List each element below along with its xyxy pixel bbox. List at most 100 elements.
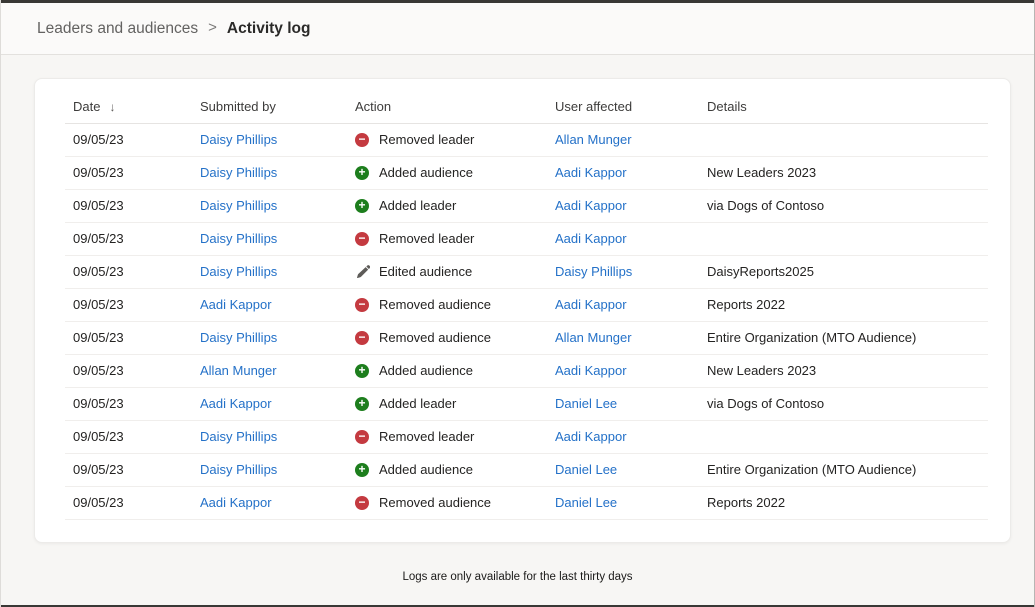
breadcrumb: Leaders and audiences > Activity log	[37, 20, 310, 38]
plus-circle-icon: +	[355, 397, 369, 411]
cell-submitted-by: Daisy Phillips	[192, 156, 347, 189]
page-title: Activity log	[227, 20, 311, 38]
breadcrumb-bar: Leaders and audiences > Activity log	[1, 3, 1034, 55]
cell-details: Reports 2022	[699, 288, 988, 321]
cell-user-affected: Daisy Phillips	[547, 255, 699, 288]
action-label: Removed leader	[379, 231, 474, 246]
cell-submitted-by: Aadi Kappor	[192, 387, 347, 420]
user-affected-link[interactable]: Allan Munger	[555, 132, 632, 147]
submitted-by-link[interactable]: Aadi Kappor	[200, 396, 272, 411]
cell-user-affected: Aadi Kappor	[547, 156, 699, 189]
chevron-right-icon: >	[208, 19, 217, 36]
plus-circle-icon: +	[355, 463, 369, 477]
table-row: 09/05/23 Daisy Phillips −Removed audience A…	[65, 321, 988, 354]
cell-action: −Removed leader	[347, 123, 547, 156]
cell-details	[699, 222, 988, 255]
cell-details: Entire Organization (MTO Audience)	[699, 321, 988, 354]
table-row: 09/05/23Daisy Phillips−Removed leaderAad…	[65, 420, 988, 453]
cell-user-affected: Allan Munger	[547, 321, 699, 354]
table-row: 09/05/23 Aadi Kappor −Removed audience Aadi…	[65, 288, 988, 321]
action-label: Removed leader	[379, 429, 474, 444]
submitted-by-link[interactable]: Daisy Phillips	[200, 132, 277, 147]
cell-details	[699, 123, 988, 156]
cell-action: −Removed audience	[347, 486, 547, 519]
submitted-by-link[interactable]: Daisy Phillips	[200, 462, 277, 477]
sort-descending-icon: ↓	[109, 100, 115, 114]
user-affected-link[interactable]: Aadi Kappor	[555, 297, 627, 312]
cell-details: via Dogs of Contoso	[699, 387, 988, 420]
cell-action: + Added leader	[347, 387, 547, 420]
cell-submitted-by: Daisy Phillips	[192, 222, 347, 255]
table-row: 09/05/23Aadi Kappor−Removed audienceDani…	[65, 486, 988, 519]
cell-details: Entire Organization (MTO Audience)	[699, 453, 988, 486]
cell-action: −Removed leader	[347, 222, 547, 255]
submitted-by-link[interactable]: Daisy Phillips	[200, 330, 277, 345]
plus-circle-icon: +	[355, 364, 369, 378]
user-affected-link[interactable]: Daniel Lee	[555, 495, 617, 510]
cell-submitted-by: Aadi Kappor	[192, 288, 347, 321]
breadcrumb-leaders-and-audiences[interactable]: Leaders and audiences	[37, 20, 198, 38]
cell-user-affected: Daniel Lee	[547, 453, 699, 486]
user-affected-link[interactable]: Aadi Kappor	[555, 429, 627, 444]
user-affected-link[interactable]: Aadi Kappor	[555, 363, 627, 378]
cell-user-affected: Aadi Kappor	[547, 420, 699, 453]
cell-action: −Removed audience	[347, 321, 547, 354]
minus-circle-icon: −	[355, 232, 369, 246]
action-label: Added audience	[379, 462, 473, 477]
submitted-by-link[interactable]: Aadi Kappor	[200, 495, 272, 510]
action-label: Removed audience	[379, 495, 491, 510]
user-affected-link[interactable]: Aadi Kappor	[555, 198, 627, 213]
user-affected-link[interactable]: Allan Munger	[555, 330, 632, 345]
cell-details: New Leaders 2023	[699, 354, 988, 387]
table-row: 09/05/23 Daisy Phillips Edited audience Dai…	[65, 255, 988, 288]
main-content: Date↓Submitted byActionUser affectedDeta…	[1, 55, 1034, 605]
submitted-by-link[interactable]: Daisy Phillips	[200, 429, 277, 444]
submitted-by-link[interactable]: Daisy Phillips	[200, 165, 277, 180]
action-label: Added audience	[379, 165, 473, 180]
table-row: 09/05/23Daisy Phillips−Removed leaderAll…	[65, 123, 988, 156]
user-affected-link[interactable]: Aadi Kappor	[555, 231, 627, 246]
submitted-by-link[interactable]: Daisy Phillips	[200, 198, 277, 213]
cell-date: 09/05/23	[65, 222, 192, 255]
minus-circle-icon: −	[355, 133, 369, 147]
column-header-date[interactable]: Date↓	[65, 90, 192, 123]
user-affected-link[interactable]: Daniel Lee	[555, 396, 617, 411]
cell-action: −Removed audience	[347, 288, 547, 321]
cell-date: 09/05/23	[65, 321, 192, 354]
table-row: 09/05/23Daisy Phillips+Added audienceDan…	[65, 453, 988, 486]
cell-details: via Dogs of Contoso	[699, 189, 988, 222]
table-row: 09/05/23Daisy Phillips+Added leaderAadi …	[65, 189, 988, 222]
cell-date: 09/05/23	[65, 156, 192, 189]
plus-circle-icon: +	[355, 166, 369, 180]
minus-circle-icon: −	[355, 496, 369, 510]
cell-action: Edited audience	[347, 255, 547, 288]
cell-submitted-by: Daisy Phillips	[192, 255, 347, 288]
cell-user-affected: Aadi Kappor	[547, 189, 699, 222]
cell-submitted-by: Daisy Phillips	[192, 420, 347, 453]
table-row: 09/05/23Aadi Kappor+Added leaderDaniel L…	[65, 387, 988, 420]
submitted-by-link[interactable]: Daisy Phillips	[200, 264, 277, 279]
cell-date: 09/05/23	[65, 255, 192, 288]
cell-user-affected: Aadi Kappor	[547, 222, 699, 255]
user-affected-link[interactable]: Daisy Phillips	[555, 264, 632, 279]
cell-submitted-by: Daisy Phillips	[192, 453, 347, 486]
action-label: Added leader	[379, 396, 456, 411]
cell-date: 09/05/23	[65, 288, 192, 321]
column-header-details: Details	[699, 90, 988, 123]
cell-user-affected: Aadi Kappor	[547, 354, 699, 387]
user-affected-link[interactable]: Aadi Kappor	[555, 165, 627, 180]
cell-submitted-by: Daisy Phillips	[192, 321, 347, 354]
table-row: 09/05/23 Daisy Phillips −Removed leader Aad…	[65, 222, 988, 255]
table-header-row: Date↓Submitted byActionUser affectedDeta…	[65, 90, 988, 123]
column-header-user_affected: User affected	[547, 90, 699, 123]
submitted-by-link[interactable]: Aadi Kappor	[200, 297, 272, 312]
activity-log-card: Date↓Submitted byActionUser affectedDeta…	[34, 78, 1011, 543]
cell-user-affected: Daniel Lee	[547, 486, 699, 519]
cell-submitted-by: Allan Munger	[192, 354, 347, 387]
cell-date: 09/05/23	[65, 354, 192, 387]
submitted-by-link[interactable]: Allan Munger	[200, 363, 277, 378]
action-label: Removed leader	[379, 132, 474, 147]
cell-action: −Removed leader	[347, 420, 547, 453]
user-affected-link[interactable]: Daniel Lee	[555, 462, 617, 477]
submitted-by-link[interactable]: Daisy Phillips	[200, 231, 277, 246]
